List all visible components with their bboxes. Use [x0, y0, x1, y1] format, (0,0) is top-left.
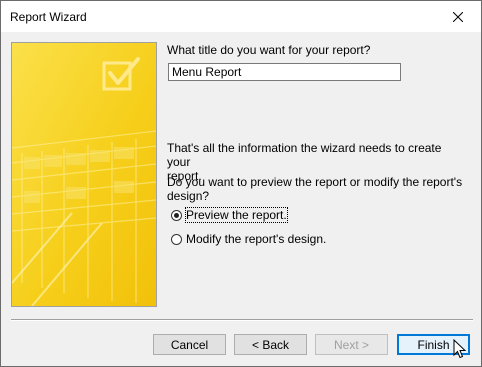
info-line-1: That's all the information the wizard ne…	[167, 141, 442, 169]
title-prompt: What title do you want for your report?	[167, 43, 371, 57]
preview-report-label: Preview the report.	[185, 207, 288, 223]
cancel-button[interactable]: Cancel	[153, 334, 226, 355]
report-wizard-dialog: Report Wizard What title do you want for…	[0, 0, 482, 367]
preview-report-radio[interactable]: Preview the report.	[171, 207, 288, 223]
window-title: Report Wizard	[10, 10, 87, 24]
mouse-pointer-icon	[453, 339, 467, 359]
checkbox-art-icon	[12, 43, 156, 306]
close-button[interactable]	[435, 1, 481, 32]
modify-design-radio[interactable]: Modify the report's design.	[171, 231, 326, 247]
modify-design-label: Modify the report's design.	[186, 232, 327, 246]
wizard-illustration	[11, 42, 157, 307]
radio-selected-indicator	[171, 209, 182, 221]
question-line-2: design?	[167, 189, 210, 203]
radio-unselected-indicator	[171, 233, 182, 245]
question-text: Do you want to preview the report or mod…	[167, 175, 467, 203]
back-button[interactable]: < Back	[234, 334, 307, 355]
report-title-input[interactable]	[168, 63, 401, 81]
question-line-1: Do you want to preview the report or mod…	[167, 175, 463, 189]
title-bar[interactable]: Report Wizard	[1, 1, 481, 32]
close-icon	[453, 11, 463, 22]
next-button: Next >	[315, 334, 388, 355]
footer-divider	[11, 319, 473, 321]
